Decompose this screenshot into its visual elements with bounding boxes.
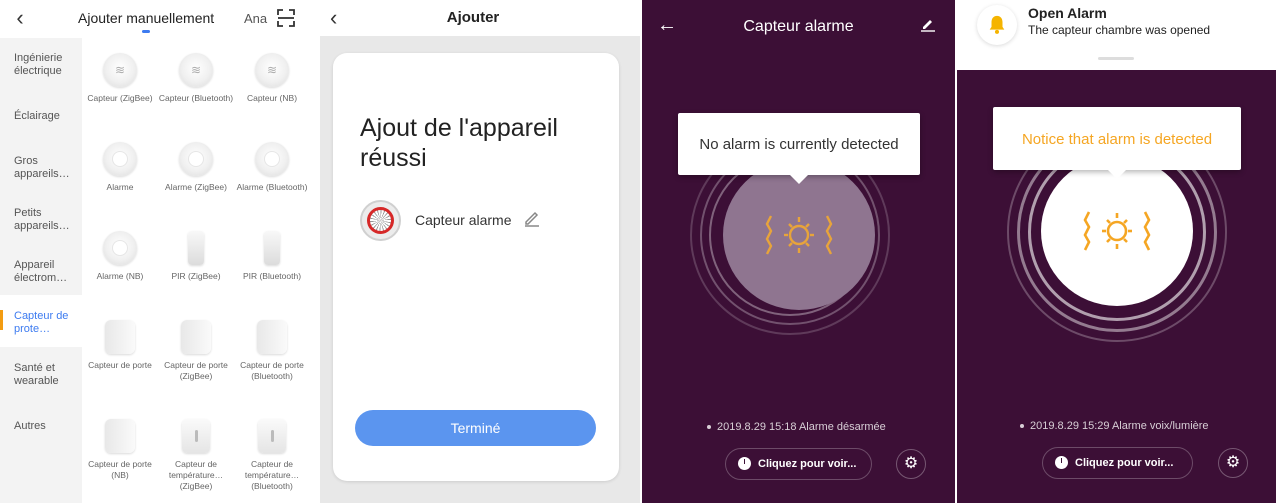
device-tile[interactable]: Capteur de porte (Bluetooth) <box>234 320 310 382</box>
sensor-icon: ≋ <box>103 53 137 87</box>
alarm-idle-screen: ← Capteur alarme No alarm is currently d… <box>642 0 955 503</box>
alarm-triggered-screen: Open Alarm The capteur chambre was opene… <box>957 0 1276 503</box>
back-icon[interactable]: ‹ <box>8 6 32 30</box>
device-tile[interactable]: Alarme (NB) <box>82 231 158 282</box>
device-tile[interactable]: Capteur de porte <box>82 320 158 371</box>
alarm-device-icon <box>360 200 401 241</box>
clock-icon <box>738 457 751 470</box>
notification-body: The capteur chambre was opened <box>1028 23 1211 37</box>
tab-ana[interactable]: Ana <box>244 11 267 26</box>
category-others[interactable]: Autres <box>14 420 78 433</box>
alarm-light-icon <box>765 215 833 255</box>
bell-icon <box>977 5 1017 45</box>
page-title: Capteur alarme <box>743 18 854 35</box>
status-tooltip: Notice that alarm is detected <box>993 107 1241 179</box>
device-tile[interactable]: ≋ Capteur (NB) <box>234 53 310 104</box>
add-manually-screen: ‹ Ajouter manuellement Ana Ingénierie él… <box>0 0 320 503</box>
done-button[interactable]: Terminé <box>355 410 596 446</box>
device-tile[interactable]: Capteur de porte (NB) <box>82 419 158 481</box>
door-sensor-icon <box>181 320 211 354</box>
category-small-appliances[interactable]: Petits appareils… <box>14 207 78 233</box>
temperature-sensor-icon <box>182 419 210 453</box>
device-tile[interactable]: Alarme (ZigBee) <box>158 142 234 193</box>
device-tile[interactable]: PIR (ZigBee) <box>158 231 234 282</box>
success-heading: Ajout de l'appareil réussi <box>360 114 558 172</box>
alarm-icon <box>255 142 289 176</box>
drag-handle[interactable] <box>1098 57 1134 60</box>
alarm-icon <box>179 142 213 176</box>
door-sensor-icon <box>105 320 135 354</box>
event-entry: 2019.8.29 15:18 Alarme désarmée <box>707 421 886 433</box>
gear-icon[interactable]: ⚙ <box>896 449 926 479</box>
notification-banner[interactable]: Open Alarm The capteur chambre was opene… <box>957 0 1276 70</box>
device-tile[interactable]: Capteur de porte (ZigBee) <box>158 320 234 382</box>
active-tab-indicator <box>142 30 150 33</box>
active-category-marker <box>0 310 3 330</box>
alarm-icon <box>103 142 137 176</box>
alarm-light-icon <box>1083 211 1151 251</box>
device-tile[interactable]: ≋ Capteur (Bluetooth) <box>158 53 234 104</box>
top-bar: ‹ Ajouter <box>320 0 640 36</box>
device-tile[interactable]: Alarme (Bluetooth) <box>234 142 310 193</box>
status-tooltip: No alarm is currently detected <box>678 113 920 184</box>
device-tile[interactable]: ≋ Capteur (ZigBee) <box>82 53 158 104</box>
pencil-icon[interactable] <box>920 16 936 32</box>
add-success-screen: ‹ Ajouter Ajout de l'appareil réussi Cap… <box>320 0 640 503</box>
category-large-appliances[interactable]: Gros appareils… <box>14 155 78 181</box>
alarm-icon <box>103 231 137 265</box>
category-appliance[interactable]: Appareil électrom… <box>14 259 78 285</box>
temperature-sensor-icon <box>258 419 286 453</box>
notification-title: Open Alarm <box>1028 5 1107 21</box>
success-card: Ajout de l'appareil réussi Capteur alarm… <box>333 53 619 481</box>
edit-icon[interactable] <box>523 209 541 227</box>
device-tile[interactable]: Capteur de température… (Bluetooth) <box>234 419 310 492</box>
clock-icon <box>1055 456 1068 469</box>
event-entry: 2019.8.29 15:29 Alarme voix/lumière <box>1020 420 1209 432</box>
category-lighting[interactable]: Éclairage <box>14 110 78 123</box>
category-health[interactable]: Santé et wearable <box>14 362 78 388</box>
sensor-icon: ≋ <box>179 53 213 87</box>
device-tile[interactable]: Alarme <box>82 142 158 193</box>
tab-add-manually[interactable]: Ajouter manuellement <box>78 10 214 26</box>
view-details-button[interactable]: Cliquez pour voir... <box>1042 447 1193 479</box>
door-sensor-icon <box>105 419 135 453</box>
pir-icon <box>188 231 204 265</box>
category-electrical[interactable]: Ingénierie électrique <box>14 52 78 78</box>
device-name: Capteur alarme <box>415 212 512 228</box>
top-bar: ‹ Ajouter manuellement Ana <box>0 0 320 38</box>
door-sensor-icon <box>257 320 287 354</box>
page-title: Ajouter <box>446 9 500 26</box>
sensor-icon: ≋ <box>255 53 289 87</box>
gear-icon[interactable]: ⚙ <box>1218 448 1248 478</box>
view-details-button[interactable]: Cliquez pour voir... <box>725 448 872 480</box>
device-tile[interactable]: PIR (Bluetooth) <box>234 231 310 282</box>
category-protection-sensor[interactable]: Capteur de prote… <box>14 310 78 336</box>
scan-icon[interactable] <box>277 9 295 27</box>
device-tile[interactable]: Capteur de température… (ZigBee) <box>158 419 234 492</box>
pir-icon <box>264 231 280 265</box>
device-grid: ≋ Capteur (ZigBee) ≋ Capteur (Bluetooth) ≋… <box>82 38 320 503</box>
category-sidebar: Ingénierie électrique Éclairage Gros app… <box>0 38 82 503</box>
